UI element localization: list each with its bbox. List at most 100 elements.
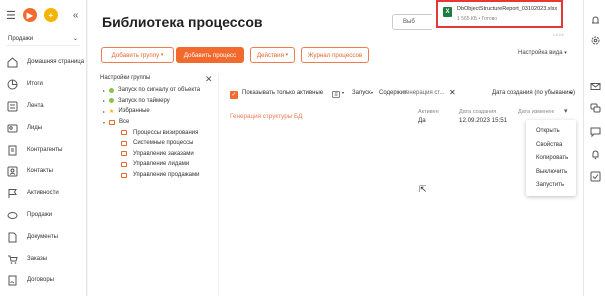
chat-icon[interactable] xyxy=(589,102,601,114)
sidebar-item[interactable]: Документы xyxy=(0,226,86,248)
workplace-selector[interactable]: Продажи ⌄ xyxy=(6,32,80,46)
sidebar-item[interactable]: Заказы xyxy=(0,248,86,270)
tree-node[interactable]: ▾ Все xyxy=(103,117,218,128)
download-notification[interactable]: X DbObjectStructureReport_03102023.xlsx … xyxy=(436,0,563,28)
close-icon[interactable]: ✕ xyxy=(205,74,213,85)
notification-icon[interactable] xyxy=(589,148,601,160)
checkbox-icon[interactable]: ✓ xyxy=(230,91,238,99)
sidebar-item[interactable]: Лента xyxy=(0,96,86,118)
tree-child-label: Управление лидами xyxy=(133,161,190,168)
sidebar-header: ☰ ▶ + « xyxy=(0,0,86,30)
sidebar-item[interactable]: Домашняя страница xyxy=(0,52,86,74)
sidebar-item[interactable]: Лиды xyxy=(0,117,86,139)
chat-bubble-icon[interactable] xyxy=(589,126,601,138)
gear-icon[interactable] xyxy=(589,34,601,46)
search-select[interactable]: Выб xyxy=(392,14,432,30)
folder-icon xyxy=(121,130,127,136)
tree-node[interactable]: ▸ Запуск по сигналу от объекта xyxy=(103,85,218,96)
tree-node-label: Избранные xyxy=(118,108,150,115)
view-settings-button[interactable]: Настройка вида ▾ xyxy=(518,50,567,56)
sidebar-item-label: Контакты xyxy=(27,168,53,175)
add-process-label: Добавить процесс xyxy=(183,51,237,59)
add-group-button[interactable]: Добавить группу ▾ xyxy=(101,47,174,63)
contract-icon xyxy=(7,275,18,286)
chevron-down-icon: ▾ xyxy=(342,90,345,95)
clear-filter-icon[interactable]: ✕ xyxy=(449,88,456,97)
chevron-down-icon: ⌄ xyxy=(72,36,78,42)
chevron-down-icon: ▾ xyxy=(570,90,573,95)
tree-node[interactable]: ▸ ★ Избранные xyxy=(103,106,218,117)
folder-icon xyxy=(121,151,127,157)
main-area: Библиотека процессов Выб 1.0.0.0 Добавит… xyxy=(88,0,583,296)
left-sidebar: ☰ ▶ + « Продажи ⌄ Домашняя страница Итоги… xyxy=(0,0,87,296)
sidebar-item-label: Заказы xyxy=(27,255,48,262)
context-menu-item[interactable]: Свойства xyxy=(526,139,576,153)
sidebar-item[interactable]: Договоры xyxy=(0,270,86,292)
sidebar-item[interactable]: Итоги xyxy=(0,74,86,96)
file-name[interactable]: DbObjectStructureReport_03102023.xlsx xyxy=(457,6,557,12)
tree-child-label: Системные процессы xyxy=(133,140,194,147)
context-menu-item[interactable]: Запустить xyxy=(526,179,576,193)
chevron-down-icon: ▾ xyxy=(285,52,289,58)
mouse-cursor-icon: ⇱ xyxy=(419,184,427,194)
actions-button[interactable]: Действия ▾ xyxy=(250,47,295,63)
menu-icon[interactable]: ☰ xyxy=(6,9,16,22)
tasks-icon[interactable] xyxy=(589,170,601,182)
actions-label: Действия xyxy=(256,51,284,59)
context-menu-item[interactable]: Выключить xyxy=(526,166,576,180)
page-title: Библиотека процессов xyxy=(102,14,263,30)
tree-child-node[interactable]: Управление заказами xyxy=(103,149,218,160)
sidebar-item[interactable]: Контрагенты xyxy=(0,139,86,161)
flag-icon xyxy=(7,188,18,199)
context-menu-item[interactable]: Копировать xyxy=(526,152,576,166)
add-group-label: Добавить группу xyxy=(111,51,160,59)
tree-child-node[interactable]: Управление продажами xyxy=(103,170,218,181)
chevron-down-icon: ▾ xyxy=(564,50,567,56)
logo-icon[interactable]: ▶ xyxy=(22,8,37,22)
right-panel xyxy=(583,0,605,296)
process-log-button[interactable]: Журнал процессов xyxy=(301,47,369,63)
filter-bar: ✓ Показывать только активные ≡ ▾ Запуск … xyxy=(230,88,580,102)
show-active-label[interactable]: Показывать только активные xyxy=(242,90,323,96)
sort-select[interactable]: Дата создания (по убыванию) xyxy=(492,90,575,96)
sidebar-item-label: Лиды xyxy=(27,124,43,131)
contacts-icon xyxy=(7,166,18,177)
contains-label: Содержит xyxy=(379,90,407,96)
add-process-button[interactable]: Добавить процесс xyxy=(176,47,244,63)
sidebar-item[interactable]: Активности xyxy=(0,183,86,205)
status-dot-icon xyxy=(109,87,114,93)
cart-icon xyxy=(7,254,18,265)
tree-child-node[interactable]: Управление лидами xyxy=(103,159,218,170)
sidebar-item-label: Лента xyxy=(27,102,44,109)
context-menu-item[interactable]: Открыть xyxy=(526,125,576,139)
add-icon[interactable]: + xyxy=(43,8,58,22)
accounts-icon xyxy=(7,145,18,156)
workplace-selector-label: Продажи xyxy=(8,35,34,42)
tree-child-node[interactable]: Системные процессы xyxy=(103,138,218,149)
tree-header: Настройки группы xyxy=(100,75,151,81)
tree-node-label: Запуск по сигналу от объекта xyxy=(118,87,201,94)
folder-icon xyxy=(121,161,127,167)
sidebar-item[interactable]: Продажи xyxy=(0,205,86,227)
contains-value[interactable]: генерация ст... xyxy=(404,90,445,96)
tree-child-node[interactable]: Процессы визирования xyxy=(103,127,218,138)
sidebar-item-label: Продажи xyxy=(27,211,53,218)
tree-node[interactable]: ▸ Запуск по таймеру xyxy=(103,96,218,107)
process-log-label: Журнал процессов xyxy=(307,51,363,59)
tree-node-label: Все xyxy=(119,119,130,126)
sidebar-item-label: Итоги xyxy=(27,81,43,88)
filter-icon[interactable]: ≡ xyxy=(332,91,340,98)
launch-filter[interactable]: Запуск xyxy=(352,90,371,96)
more-options-icon[interactable]: ▾ xyxy=(564,107,568,115)
group-tree-panel: Настройки группы ✕ ▸ Запуск по сигналу от… xyxy=(95,73,219,296)
star-icon: ★ xyxy=(109,108,115,115)
folder-icon xyxy=(109,119,115,125)
tree-nodes: ▸ Запуск по сигналу от объекта ▸ Запуск по … xyxy=(95,85,218,180)
sidebar-item[interactable]: Контакты xyxy=(0,161,86,183)
sidebar-item-label: Документы xyxy=(27,233,58,240)
process-name-link[interactable]: Генерация структуры БД xyxy=(230,113,302,120)
collapse-sidebar-icon[interactable]: « xyxy=(73,10,79,21)
active-column-label: Активен xyxy=(418,109,439,115)
bell-icon[interactable] xyxy=(589,14,601,26)
mail-icon[interactable] xyxy=(589,80,601,92)
